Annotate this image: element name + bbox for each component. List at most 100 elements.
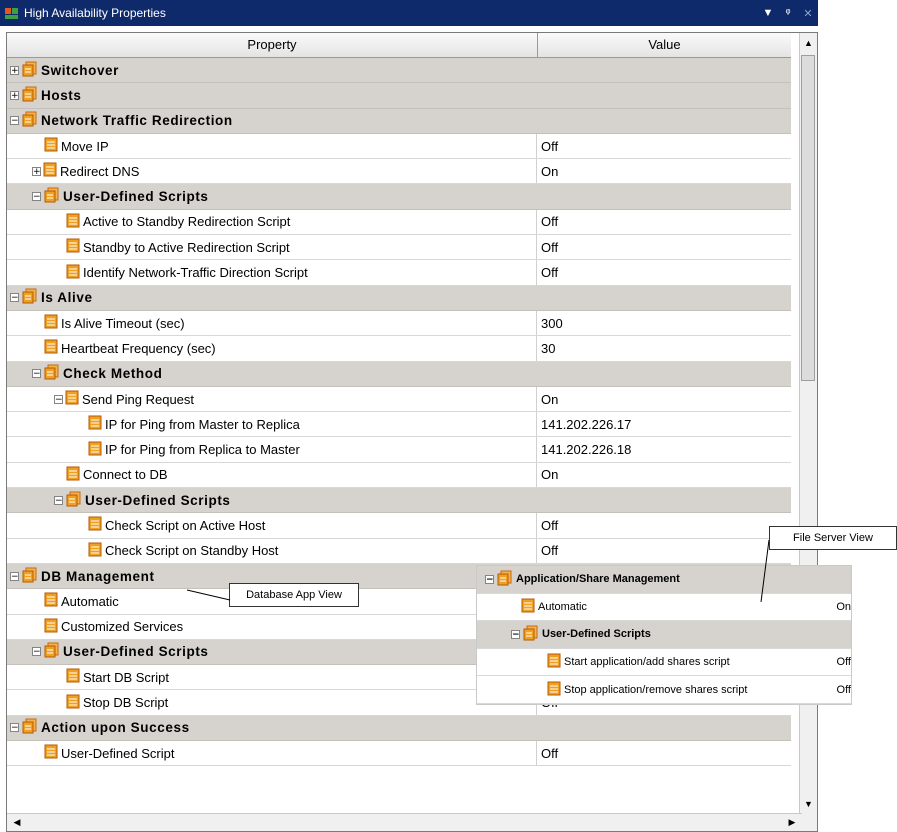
collapse-icon[interactable]: − [54,394,63,404]
property-label: Standby to Active Redirection Script [83,239,290,255]
property-row[interactable]: Standby to Active Redirection Script Off [7,235,791,261]
category-row[interactable]: − Network Traffic Redirection [7,108,791,134]
property-row[interactable]: IP for Ping from Master to Replica 141.20… [7,412,791,438]
category-icon [65,491,82,510]
property-label: DB Management [41,568,155,584]
category-row[interactable]: − User-Defined Scripts [7,488,791,514]
property-icon [44,744,58,762]
property-label: Switchover [41,62,120,78]
property-icon [88,542,102,560]
property-value [537,715,791,741]
header-property[interactable]: Property [7,33,538,57]
property-row[interactable]: + Redirect DNS On [7,159,791,185]
collapse-icon[interactable]: − [10,116,19,126]
collapse-icon[interactable]: − [32,369,41,379]
property-value[interactable]: On [537,159,791,183]
overlay-property-row[interactable]: Stop application/remove shares script Off [477,676,851,704]
window-title: High Availability Properties [24,6,166,20]
property-row[interactable]: IP for Ping from Replica to Master 141.20… [7,437,791,463]
property-icon [66,466,80,484]
overlay-property-cell: Start application/add shares script [477,653,837,671]
overlay-property-cell: Automatic [477,598,836,616]
property-value[interactable]: On [537,463,791,487]
collapse-icon[interactable]: − [485,574,494,584]
overlay-property-row[interactable]: Start application/add shares script Off [477,649,851,677]
property-cell: Identify Network-Traffic Direction Scrip… [7,260,537,285]
vertical-scrollbar[interactable]: ▲ ▼ [799,33,817,831]
collapse-icon[interactable]: − [54,495,63,505]
property-icon [547,653,561,671]
property-value[interactable]: Off [537,210,791,234]
property-cell: Check Script on Active Host [7,513,537,538]
property-row[interactable]: Heartbeat Frequency (sec) 30 [7,336,791,362]
overlay-property-value[interactable]: Off [837,684,851,696]
category-icon [21,288,38,307]
category-icon [21,86,38,105]
category-icon [43,642,60,661]
property-value[interactable]: On [537,387,791,411]
collapse-icon[interactable]: − [10,571,19,581]
property-value[interactable]: 141.202.226.17 [537,412,791,436]
horizontal-scrollbar[interactable]: ◀ ▶ [7,813,802,831]
scroll-left-icon[interactable]: ◀ [9,814,25,830]
property-cell: User-Defined Script [7,741,537,766]
property-cell: − User-Defined Scripts [7,640,537,664]
collapse-icon[interactable]: − [511,629,520,639]
property-value[interactable]: 141.202.226.18 [537,437,791,461]
property-value[interactable]: Off [537,235,791,259]
category-row[interactable]: + Hosts [7,83,791,109]
property-row[interactable]: − Send Ping Request On [7,386,791,413]
property-value[interactable]: Off [537,539,791,563]
overlay-property-value[interactable]: On [836,601,851,613]
expand-icon[interactable]: + [32,166,41,176]
property-label: User-Defined Scripts [63,189,209,205]
category-icon [21,61,38,80]
dropdown-arrow-icon[interactable]: ▼ [758,7,778,19]
property-value[interactable]: Off [537,260,791,284]
scroll-up-icon[interactable]: ▲ [801,35,816,51]
property-value [537,58,791,83]
scroll-down-icon[interactable]: ▼ [801,796,816,812]
property-icon [88,441,102,459]
property-value[interactable]: 300 [537,311,791,335]
property-label: User-Defined Scripts [63,644,209,660]
overlay-property-label: Stop application/remove shares script [564,683,748,696]
overlay-property-value[interactable]: Off [837,656,851,668]
property-label: Check Script on Standby Host [105,543,279,559]
category-row[interactable]: − Check Method [7,361,791,387]
collapse-icon[interactable]: − [32,647,41,657]
property-cell: IP for Ping from Replica to Master [7,437,537,462]
property-cell: − Action upon Success [7,716,537,740]
header-value[interactable]: Value [538,33,791,57]
pin-icon[interactable]: ᵠ [778,7,798,19]
scroll-thumb[interactable] [801,55,815,381]
property-row[interactable]: Identify Network-Traffic Direction Scrip… [7,260,791,286]
property-row[interactable]: Check Script on Active Host Off [7,513,791,539]
category-row[interactable]: − Is Alive [7,285,791,311]
category-row[interactable]: − Action upon Success [7,715,791,742]
property-row[interactable]: Active to Standby Redirection Script Off [7,209,791,236]
collapse-icon[interactable]: − [32,192,41,202]
collapse-icon[interactable]: − [10,723,19,733]
property-value[interactable]: Off [537,741,791,765]
property-row[interactable]: Move IP Off [7,133,791,160]
scroll-right-icon[interactable]: ▶ [784,814,800,830]
collapse-icon[interactable]: − [10,293,19,303]
expand-icon[interactable]: + [10,90,19,100]
category-row[interactable]: − User-Defined Scripts [7,184,791,210]
property-row[interactable]: Is Alive Timeout (sec) 300 [7,310,791,337]
property-row[interactable]: Connect to DB On [7,462,791,489]
expand-icon[interactable]: + [10,65,19,75]
property-row[interactable]: User-Defined Script Off [7,741,791,767]
property-value[interactable]: Off [537,513,791,537]
property-value[interactable]: 30 [537,336,791,360]
property-row[interactable]: Check Script on Standby Host Off [7,538,791,564]
overlay-property-row[interactable]: Automatic On [477,594,851,622]
overlay-property-label: Automatic [538,600,587,613]
property-cell: Start DB Script [7,665,537,690]
category-row[interactable]: + Switchover [7,58,791,84]
overlay-category-row[interactable]: − Application/Share Management [477,566,851,594]
overlay-category-row[interactable]: − User-Defined Scripts [477,621,851,649]
property-value[interactable]: Off [537,134,791,158]
close-icon[interactable]: ✕ [798,7,818,20]
